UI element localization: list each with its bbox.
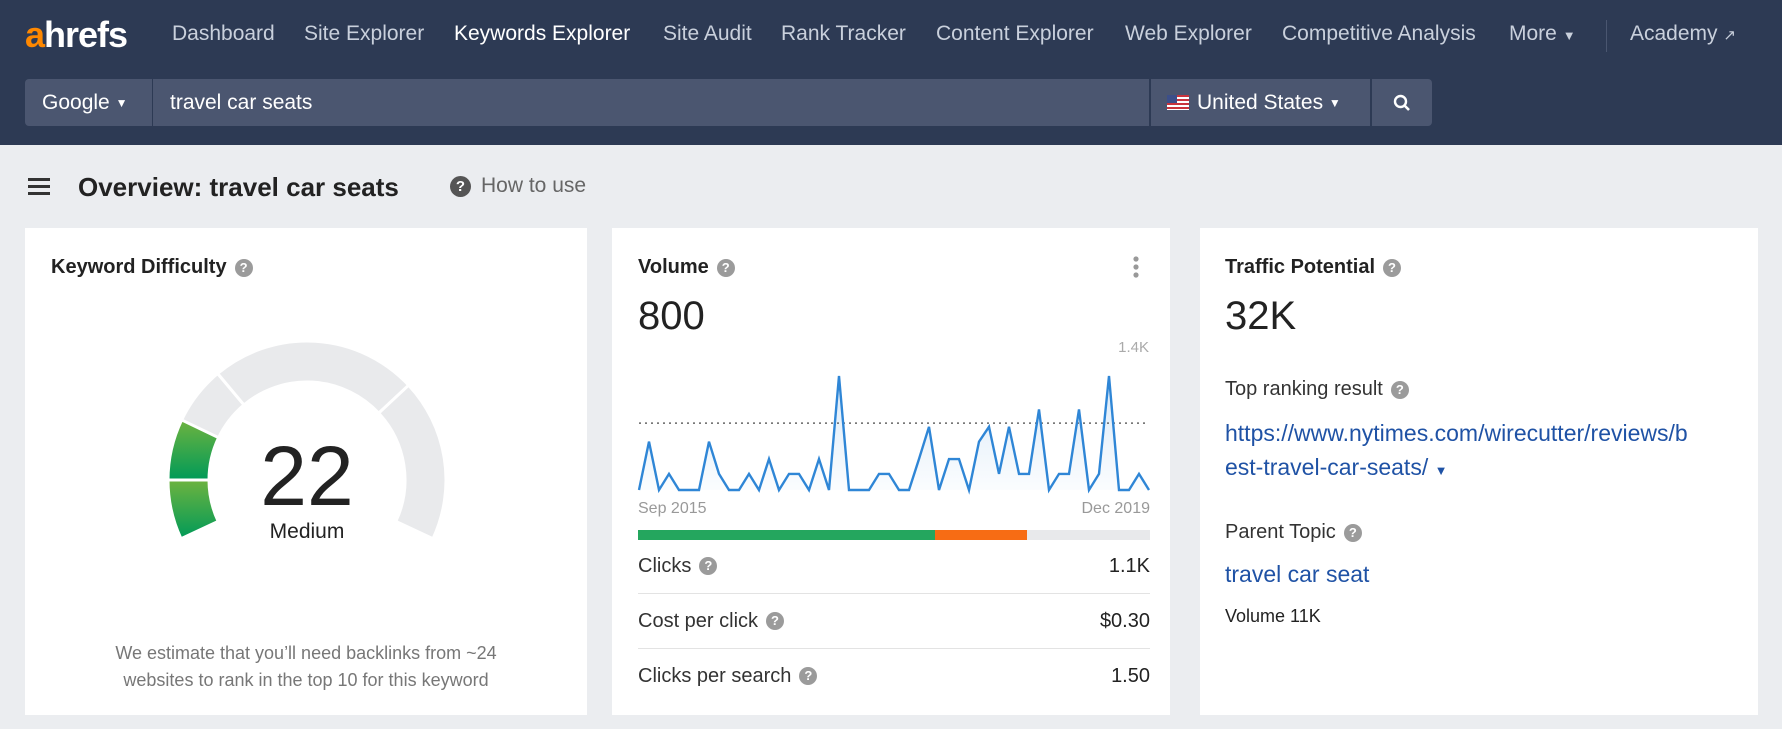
nav-rank-tracker[interactable]: Rank Tracker [781,22,906,46]
more-label: More [1509,22,1557,45]
row-label: Clicks [638,554,692,577]
help-icon[interactable]: ? [699,557,718,575]
country-select[interactable]: United States ▼ [1151,79,1370,126]
how-to-use-link[interactable]: ? How to use [450,174,586,198]
parent-topic-volume: Volume 11K [1225,606,1321,626]
nav-divider [1606,20,1607,52]
nav-site-explorer[interactable]: Site Explorer [304,22,424,46]
menu-toggle[interactable] [28,176,50,201]
country-label: United States [1197,90,1324,114]
engine-label: Google [42,90,110,114]
clicks-row: Clicks? 1.1K [638,542,1150,590]
clicks-distribution-bar [638,530,1150,540]
help-icon[interactable]: ? [1390,380,1409,399]
help-icon[interactable]: ? [1343,523,1362,542]
volume-card: Volume? 800 1.4K Sep 2015 Dec 2019 Click… [612,228,1170,715]
nav-web-explorer[interactable]: Web Explorer [1125,22,1252,46]
cpc-row: Cost per click? $0.30 [638,597,1150,645]
volume-area [639,376,1149,490]
paid-clicks-segment [934,530,1028,540]
row-value: 1.1K [1108,554,1150,577]
kd-note: We estimate that you’ll need backlinks f… [25,640,587,694]
hamburger-icon [28,178,50,195]
y-max-label: 1.4K [1118,339,1149,356]
gauge-track-segment [215,339,411,416]
nav-site-audit[interactable]: Site Audit [663,22,752,46]
kd-note-line: We estimate that you’ll need backlinks f… [115,643,497,663]
page-title: Overview: travel car seats [78,172,399,202]
top-ranking-url[interactable]: https://www.nytimes.com/wirecutter/revie… [1225,416,1688,488]
label-text: Top ranking result [1225,378,1383,400]
caret-down-icon: ▼ [115,95,128,110]
nav-dashboard[interactable]: Dashboard [172,22,275,46]
row-value: 1.50 [1111,664,1150,687]
search-icon [1393,94,1410,111]
caret-down-icon: ▼ [1562,28,1576,43]
search-engine-select[interactable]: Google ▼ [25,79,152,126]
row-label: Clicks per search [638,664,792,687]
row-divider [638,593,1150,594]
academy-label: Academy [1630,22,1718,45]
nav-competitive-analysis[interactable]: Competitive Analysis [1282,22,1476,46]
nav-content-explorer[interactable]: Content Explorer [936,22,1094,46]
nav-more[interactable]: More ▼ [1509,22,1576,46]
traffic-potential-card: Traffic Potential? 32K Top ranking resul… [1200,228,1758,715]
kd-label: Medium [269,520,345,543]
search-button[interactable] [1372,79,1432,126]
traffic-value: 32K [1225,294,1297,338]
help-icon[interactable]: ? [799,667,818,685]
clicks-per-search-row: Clicks per search? 1.50 [638,652,1150,700]
kd-value: 22 [260,429,354,523]
traffic-title: Traffic Potential [1225,256,1376,278]
parent-topic-label: Parent Topic? [1225,521,1362,544]
caret-down-icon[interactable]: ▼ [1435,463,1448,478]
help-icon[interactable]: ? [1383,258,1402,277]
row-label: Cost per click [638,609,759,632]
top-ranking-label: Top ranking result? [1225,378,1409,401]
keyword-difficulty-card: Keyword Difficulty? 22 Medium We estimat… [25,228,587,715]
url-line: https://www.nytimes.com/wirecutter/revie… [1225,420,1688,446]
keyword-search-input[interactable]: travel car seats [153,79,1149,126]
help-icon[interactable]: ? [766,612,785,630]
us-flag-icon [1167,95,1189,110]
external-link-icon: ↗ [1723,27,1736,44]
nav-keywords-explorer[interactable]: Keywords Explorer [454,22,630,46]
caret-down-icon: ▼ [1328,95,1341,110]
row-divider [638,648,1150,649]
x-start-label: Sep 2015 [638,500,707,517]
organic-clicks-segment [638,530,935,540]
parent-topic-link[interactable]: travel car seat [1225,557,1369,591]
label-text: Parent Topic [1225,521,1336,543]
kd-note-line: websites to rank in the top 10 for this … [123,670,489,690]
top-header: ahrefs Dashboard Site Explorer Keywords … [0,0,1782,145]
nav-academy[interactable]: Academy ↗ [1630,22,1736,46]
ahrefs-logo[interactable]: ahrefs [25,14,128,56]
url-line: est-travel-car-seats/ [1225,454,1429,480]
how-to-use-label: How to use [481,174,587,197]
x-end-label: Dec 2019 [1082,500,1151,517]
volume-trend-chart: 1.4K Sep 2015 Dec 2019 [637,339,1151,517]
row-value: $0.30 [1099,609,1150,632]
help-icon: ? [450,175,471,197]
